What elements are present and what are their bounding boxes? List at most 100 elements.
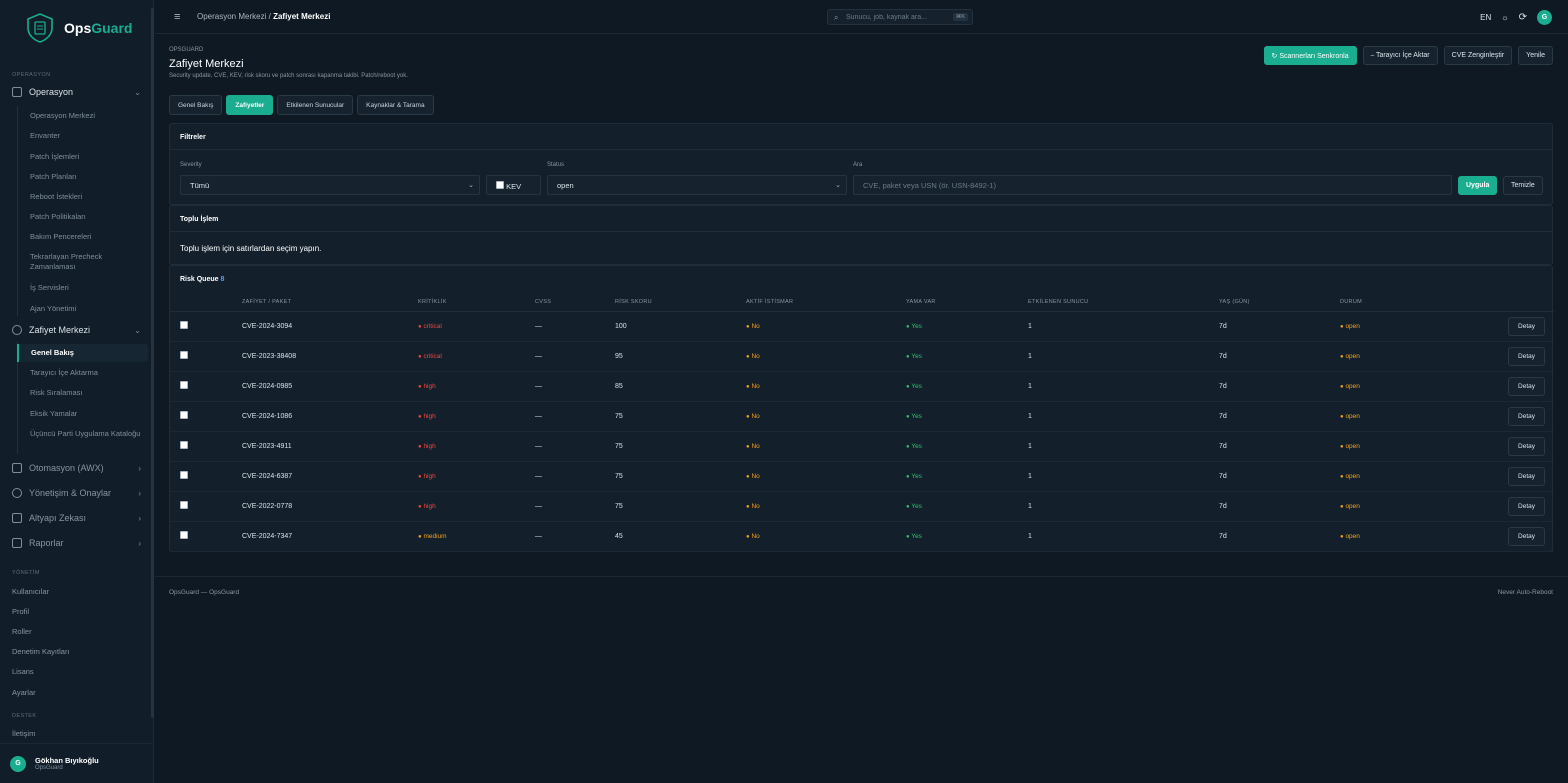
sidebar-item-operasyon-merkezi[interactable]: Operasyon Merkezi [30, 111, 146, 121]
bulk-action-card: Toplu İşlem Toplu işlem için satırlardan… [169, 205, 1553, 265]
shield-logo-icon [27, 13, 53, 43]
breadcrumb-parent[interactable]: Operasyon Merkezi [197, 12, 266, 21]
table-row[interactable]: CVE-2024-7347 ● medium —45 ● No ● Yes 1 7d ● op… [170, 521, 1554, 552]
nav-group-raporlar[interactable]: Raporlar › [12, 536, 141, 550]
hamburger-menu-icon[interactable]: ≡ [174, 11, 180, 23]
tab-etkilenen-sunucular[interactable]: Etkilenen Sunucular [277, 95, 354, 115]
chevron-down-icon: ⌄ [835, 182, 841, 189]
filter-search-input[interactable]: CVE, paket veya USN (ör. USN-8492-1) [853, 175, 1452, 195]
cve-id[interactable]: CVE-2024-3094 [242, 311, 418, 342]
refresh-button[interactable]: Yenile [1518, 46, 1553, 65]
cve-id[interactable]: CVE-2024-1086 [242, 401, 418, 432]
cve-id[interactable]: CVE-2023-38408 [242, 341, 418, 372]
table-row[interactable]: CVE-2024-3094 ● critical —100 ● No ● Yes 1 7d ●… [170, 311, 1554, 342]
severity-select[interactable]: Tümü ⌄ [180, 175, 480, 195]
row-checkbox[interactable] [180, 351, 188, 359]
nav-group-altyapi[interactable]: Altyapı Zekası › [12, 511, 141, 525]
sidebar-item-is-servisleri[interactable]: İş Servisleri [30, 283, 146, 293]
exploit-badge: ● No [746, 431, 906, 462]
cve-id[interactable]: CVE-2024-7347 [242, 521, 418, 552]
clear-button[interactable]: Temizle [1503, 176, 1543, 195]
theme-toggle-icon[interactable]: ☼ [1501, 13, 1508, 22]
sidebar-scrollbar[interactable] [151, 8, 154, 718]
logo[interactable]: OpsGuard [24, 12, 132, 44]
sidebar-item-kullanicilar[interactable]: Kullanıcılar [12, 587, 49, 596]
row-checkbox[interactable] [180, 471, 188, 479]
detail-button[interactable]: Detay [1508, 406, 1545, 426]
nav-group-otomasyon[interactable]: Otomasyon (AWX) › [12, 461, 141, 475]
sidebar-item-patch-islemleri[interactable]: Patch İşlemleri [30, 152, 146, 162]
detail-button[interactable]: Detay [1508, 316, 1545, 336]
sidebar-item-envanter[interactable]: Envanter [30, 131, 146, 141]
table-row[interactable]: CVE-2024-6387 ● high —75 ● No ● Yes 1 7d ● open… [170, 461, 1554, 492]
sidebar-item-patch-planlari[interactable]: Patch Planları [30, 172, 146, 182]
table-row[interactable]: CVE-2024-1086 ● high —75 ● No ● Yes 1 7d ● open… [170, 401, 1554, 432]
row-checkbox[interactable] [180, 441, 188, 449]
exploit-badge: ● No [746, 521, 906, 552]
table-row[interactable]: CVE-2023-38408 ● critical —95 ● No ● Yes 1 7d ●… [170, 341, 1554, 372]
sync-scanners-button[interactable]: ↻ Scannerları Senkronla [1263, 46, 1357, 65]
detail-button[interactable]: Detay [1508, 376, 1545, 396]
detail-button[interactable]: Detay [1508, 436, 1545, 456]
sidebar-item-roller[interactable]: Roller [12, 627, 32, 636]
sidebar-item-ajan-yonetimi[interactable]: Ajan Yönetimi [30, 304, 146, 314]
report-icon [12, 538, 22, 548]
sidebar-item-ucuncu-parti[interactable]: Üçüncü Parti Uygulama Kataloğu [30, 429, 146, 439]
sidebar-item-genel-bakis[interactable]: Genel Bakış [17, 344, 148, 362]
chevron-down-icon: ⌄ [134, 87, 141, 97]
detail-button[interactable]: Detay [1508, 526, 1545, 546]
nav-group-yonetisim[interactable]: Yönetişim & Onaylar › [12, 486, 141, 500]
sidebar-item-bakim-pencereleri[interactable]: Bakım Pencereleri [30, 232, 146, 242]
kev-checkbox-box[interactable] [496, 181, 504, 189]
cve-id[interactable]: CVE-2023-4911 [242, 431, 418, 462]
row-checkbox[interactable] [180, 381, 188, 389]
status-select[interactable]: open ⌄ [547, 175, 847, 195]
refresh-icon[interactable]: ⟳ [1519, 12, 1527, 23]
sidebar-item-patch-politikalari[interactable]: Patch Politikaları [30, 212, 146, 222]
cve-id[interactable]: CVE-2024-6387 [242, 461, 418, 492]
language-switch[interactable]: EN [1480, 13, 1491, 22]
sidebar-item-profil[interactable]: Profil [12, 607, 29, 616]
global-search[interactable]: ⌕ ⌘K [827, 9, 973, 25]
sidebar-item-eksik-yamalar[interactable]: Eksik Yamalar [30, 409, 146, 419]
user-profile[interactable]: G Gökhan Bıyıkoğlu OpsGuard [0, 743, 154, 783]
risk-queue-card: Risk Queue 8 ZAFİYET / PAKET KRİTİKLİK CVS… [169, 265, 1554, 552]
sidebar-item-reboot-istekleri[interactable]: Reboot İstekleri [30, 192, 146, 202]
table-row[interactable]: CVE-2024-0985 ● high —85 ● No ● Yes 1 7d ● open… [170, 371, 1554, 402]
chart-icon [12, 463, 22, 473]
apply-button[interactable]: Uygula [1458, 176, 1498, 195]
exploit-badge: ● No [746, 341, 906, 372]
sidebar-item-lisans[interactable]: Lisans [12, 667, 34, 676]
page-actions: ↻ Scannerları Senkronla ⎯ Tarayıcı İçe A… [1263, 46, 1553, 65]
row-checkbox[interactable] [180, 501, 188, 509]
tab-genel-bakis[interactable]: Genel Bakış [169, 95, 223, 115]
tab-zafiyetler[interactable]: Zafiyetler [226, 95, 274, 115]
tab-bar: Genel Bakış Zafiyetler Etkilenen Sunucul… [169, 95, 434, 115]
cve-id[interactable]: CVE-2024-0985 [242, 371, 418, 402]
nav-group-operasyon[interactable]: Operasyon ⌄ [12, 85, 141, 99]
sidebar-item-denetim-kayitlari[interactable]: Denetim Kayıtları [12, 647, 70, 656]
sidebar-item-iletisim[interactable]: İletişim [12, 729, 35, 738]
detail-button[interactable]: Detay [1508, 346, 1545, 366]
sidebar-item-precheck[interactable]: Tekrarlayan Precheck Zamanlaması [30, 252, 146, 272]
global-search-input[interactable] [846, 11, 946, 23]
tab-kaynaklar-tarama[interactable]: Kaynaklar & Tarama [357, 95, 434, 115]
sidebar-item-risk-siralamasi[interactable]: Risk Sıralaması [30, 388, 146, 398]
scanner-import-button[interactable]: ⎯ Tarayıcı İçe Aktar [1362, 46, 1438, 65]
cve-enrich-button[interactable]: CVE Zenginleştir [1443, 46, 1513, 65]
detail-button[interactable]: Detay [1508, 496, 1545, 516]
row-checkbox[interactable] [180, 411, 188, 419]
status-badge: ● open [1340, 521, 1492, 552]
sidebar-item-tarayici-ice-aktarma[interactable]: Tarayıcı İçe Aktarma [30, 368, 146, 378]
cvss-value: — [535, 401, 615, 432]
detail-button[interactable]: Detay [1508, 466, 1545, 486]
nav-group-zafiyet[interactable]: Zafiyet Merkezi ⌄ [12, 323, 141, 337]
row-checkbox[interactable] [180, 531, 188, 539]
table-row[interactable]: CVE-2023-4911 ● high —75 ● No ● Yes 1 7d ● open… [170, 431, 1554, 462]
avatar[interactable]: G [1537, 10, 1552, 25]
kev-checkbox[interactable]: KEV [486, 175, 541, 195]
row-checkbox[interactable] [180, 321, 188, 329]
sidebar-item-ayarlar[interactable]: Ayarlar [12, 688, 36, 697]
cve-id[interactable]: CVE-2022-0778 [242, 491, 418, 522]
table-row[interactable]: CVE-2022-0778 ● high —75 ● No ● Yes 1 7d ● open… [170, 491, 1554, 522]
